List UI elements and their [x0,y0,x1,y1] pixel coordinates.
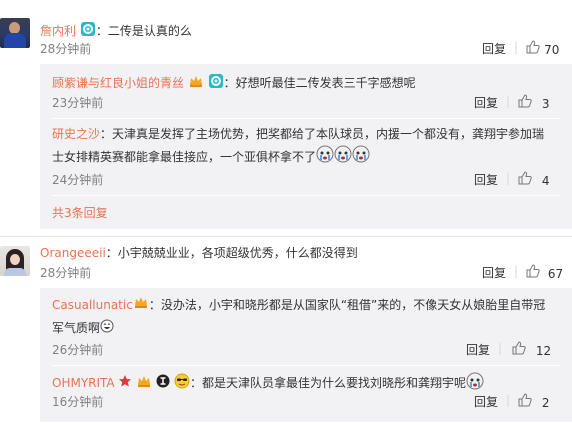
reply-line: Casuallunatic ：没办法，小宇和晓彤都是从国家队“租借”来的，不像天… [52,294,562,340]
reply-divider [52,195,560,196]
comment-line: 詹内利 ：二传是认真的么 [40,21,192,39]
divider: | [514,264,519,278]
reply-username[interactable]: 研史之沙 [52,127,100,141]
avatar[interactable] [0,18,30,48]
divider: | [506,171,511,185]
reply-button[interactable]: 回复 [474,394,498,410]
crying-emoji-icon [466,372,484,395]
reply-line: 顾紫谦与红良小姐的青丝 ：好想听最佳二传发表三千字感想呢 [52,73,416,91]
like-button[interactable]: 12 [512,341,551,359]
reply-time: 16分钟前 [52,395,104,409]
member-badge-icon [80,21,96,42]
comment-divider [0,236,572,237]
thumbs-up-icon [512,341,530,358]
divider: | [506,94,511,108]
reply-button[interactable]: 回复 [482,41,506,57]
reply-button[interactable]: 回复 [482,265,506,281]
comment-time: 28分钟前 [40,42,92,56]
like-count: 3 [541,97,550,111]
like-button[interactable]: 70 [526,40,559,59]
comment-text: ：小宇兢兢业业，各项超级优秀，什么都没得到 [105,246,358,260]
reply-line: 研史之沙：天津真是发挥了主场优势，把奖都给了本队球员，内援一个都没有，龚翔宇参加… [52,123,562,170]
reply-username[interactable]: OHMYRITA [52,376,115,390]
reply-username[interactable]: Casuallunatic [52,298,133,312]
comment-username[interactable]: Orangeeeii [40,246,106,260]
comment-text: ：二传是认真的么 [95,24,192,38]
star-badge-icon [118,374,132,393]
reply-text: ：好想听最佳二传发表三千字感想呢 [223,76,416,90]
reply-time: 24分钟前 [52,173,104,187]
reply-text-line: 士女排精英赛都能拿最佳接应，一个亚俱杯拿不了 [52,150,317,164]
like-button[interactable]: 3 [518,94,549,112]
thumbs-up-icon [518,94,536,111]
reply-divider [52,365,560,366]
thumbs-up-icon [518,171,536,188]
crying-emoji-icon [316,145,370,170]
like-count: 2 [541,396,550,410]
reply-button[interactable]: 回复 [466,342,490,358]
reply-button[interactable]: 回复 [474,95,498,111]
level-badge-icon [156,374,170,393]
reply-divider [52,118,560,119]
reply-text: ：都是天津队员拿最佳为什么要找刘晓彤和龚翔宇呢 [189,376,466,390]
divider: | [514,40,519,54]
divider: | [498,341,503,355]
vip-badge-icon [136,373,152,394]
like-button[interactable]: 2 [518,393,549,411]
vip-badge-icon [133,294,149,317]
sunglasses-emoji-icon [174,373,190,394]
thumbs-up-icon [526,40,544,58]
like-count: 70 [544,43,560,57]
reply-text-line: ：没办法，小宇和晓彤都是从国家队“租借”来的，不像天女从娘胎里自带冠 [148,298,546,312]
avatar[interactable] [0,246,30,276]
thumbs-up-icon [518,393,536,410]
reply-text-line: ：天津真是发挥了主场优势，把奖都给了本队球员，内援一个都没有，龚翔宇参加瑞 [100,127,545,141]
comment-time: 28分钟前 [40,266,92,280]
reply-time: 26分钟前 [52,343,104,357]
reply-button[interactable]: 回复 [474,172,498,188]
thumbs-up-icon [526,264,544,281]
comment-line: Orangeeeii：小宇兢兢业业，各项超级优秀，什么都没得到 [40,244,358,262]
divider: | [506,393,511,407]
vip-badge-icon [188,73,204,94]
laughing-emoji-icon [100,318,114,340]
reply-username[interactable]: 顾紫谦与红良小姐的青丝 [52,76,184,90]
like-count: 12 [535,344,552,358]
like-button[interactable]: 67 [526,264,563,282]
like-count: 4 [541,174,550,188]
reply-line: OHMYRITA ：都是天津队员拿最佳为什么要找刘晓彤和龚翔宇呢 [52,372,484,390]
more-replies-link[interactable]: 共3条回复 [52,205,108,221]
reply-text-line: 军气质啊 [52,321,101,335]
like-button[interactable]: 4 [518,171,549,189]
member-badge-icon [208,73,224,94]
reply-time: 23分钟前 [52,96,104,110]
comment-username[interactable]: 詹内利 [40,24,76,38]
like-count: 67 [547,267,564,281]
